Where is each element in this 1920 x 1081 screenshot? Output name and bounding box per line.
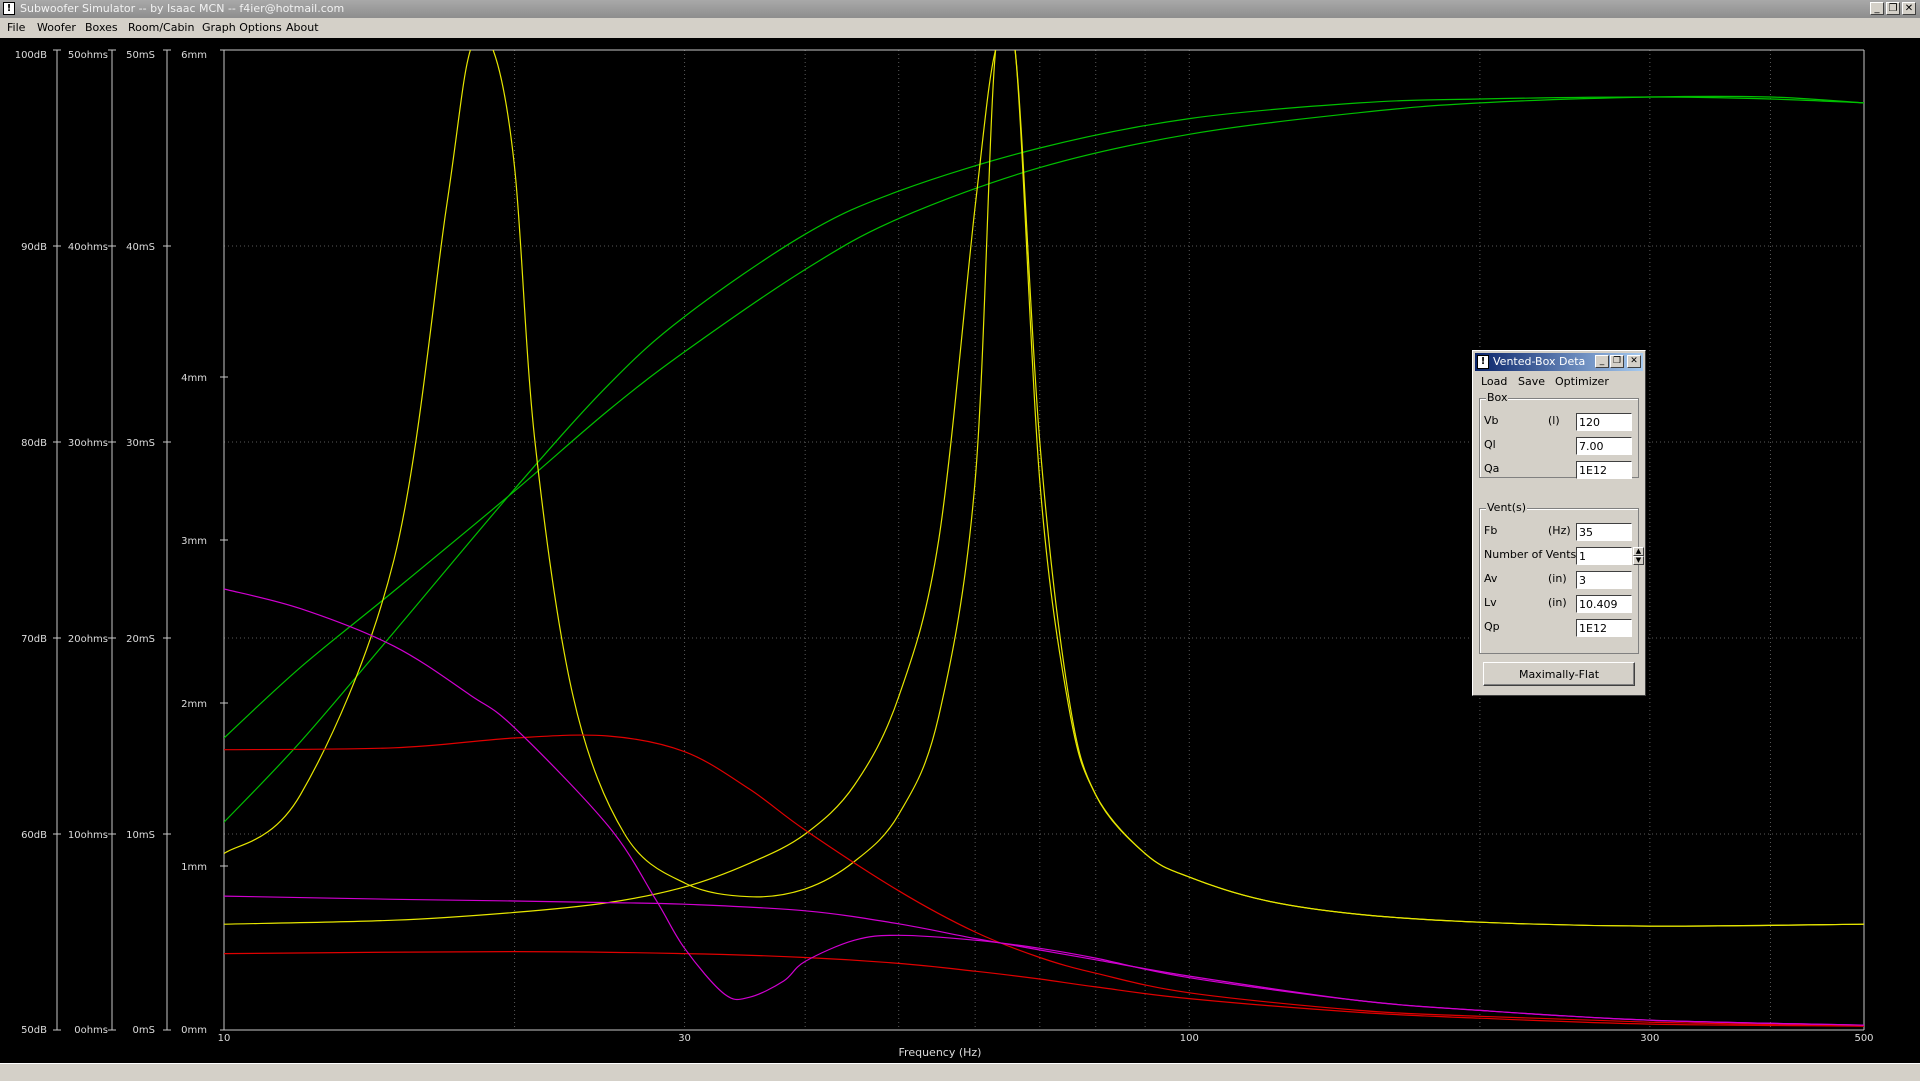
x-tick-label: 100: [1180, 1033, 1199, 1044]
number-of-vents-input[interactable]: [1576, 547, 1632, 565]
dialog-minimize-button[interactable]: _: [1595, 355, 1609, 368]
vb-unit: (l): [1548, 414, 1560, 427]
qp-input[interactable]: [1576, 619, 1632, 637]
fb-input[interactable]: [1576, 523, 1632, 541]
vents-group: Vent(s) Fb (Hz) Number of Vents ▲ ▼ Av (…: [1479, 501, 1644, 654]
ql-input[interactable]: [1576, 437, 1632, 455]
vents-group-label: Vent(s): [1486, 501, 1528, 514]
vented-box-dialog: ! Vented-Box Deta _ ❐ ✕ Load Save Optimi…: [1472, 350, 1646, 696]
db-tick-label: 80dB: [21, 438, 47, 449]
dialog-menu-optimizer[interactable]: Optimizer: [1555, 375, 1609, 388]
x-tick-label: 500: [1854, 1033, 1873, 1044]
y-axis-labels: 100dB 50ohms 50mS 90dB 40ohms 40mS 80dB 30ohms 3…: [15, 49, 228, 1036]
lv-input[interactable]: [1576, 595, 1632, 613]
ms-tick-label: 20mS: [126, 634, 155, 645]
lv-unit: (in): [1548, 596, 1567, 609]
dialog-title-bar: ! Vented-Box Deta _ ❐ ✕: [1475, 353, 1643, 371]
maximally-flat-button[interactable]: Maximally-Flat: [1483, 662, 1635, 686]
db-tick-label: 90dB: [21, 242, 47, 253]
ms-tick-label: 10mS: [126, 830, 155, 841]
mm-tick-label: 6mm: [181, 50, 207, 61]
group-delay-curve-4: [224, 734, 1864, 1027]
db-tick-label: 100dB: [15, 50, 47, 61]
ms-tick-label: 30mS: [126, 438, 155, 449]
qa-label: Qa: [1484, 462, 1500, 475]
x-axis-labels: 10 30 100 300 500: [218, 1033, 1874, 1044]
menu-room-cabin[interactable]: Room/Cabin: [126, 18, 196, 38]
title-bar: ! Subwoofer Simulator -- by Isaac MCN --…: [0, 0, 1920, 18]
x-axis-title: Frequency (Hz): [899, 1046, 982, 1059]
qa-input[interactable]: [1576, 461, 1632, 479]
ms-tick-label: 0mS: [133, 1025, 155, 1036]
fb-unit: (Hz): [1548, 524, 1571, 537]
status-bar: [0, 1063, 1920, 1081]
dialog-close-button[interactable]: ✕: [1627, 355, 1641, 368]
group-delay-curve-5: [224, 950, 1864, 1027]
av-input[interactable]: [1576, 571, 1632, 589]
ohm-tick-label: 50ohms: [68, 50, 108, 61]
menu-file[interactable]: File: [5, 18, 27, 38]
window-title: Subwoofer Simulator -- by Isaac MCN -- f…: [20, 2, 345, 15]
db-tick-label: 60dB: [21, 830, 47, 841]
fb-label: Fb: [1484, 524, 1498, 537]
mm-tick-label: 2mm: [181, 699, 207, 710]
spin-down-button[interactable]: ▼: [1633, 556, 1644, 565]
menu-about[interactable]: About: [284, 18, 321, 38]
db-tick-label: 70dB: [21, 634, 47, 645]
mm-tick-label: 0mm: [181, 1025, 207, 1036]
vb-label: Vb: [1484, 414, 1499, 427]
ms-tick-label: 50mS: [126, 50, 155, 61]
box-group: Box Vb (l) Ql Qa: [1479, 391, 1639, 479]
mm-tick-label: 1mm: [181, 862, 207, 873]
av-label: Av: [1484, 572, 1498, 585]
ohm-tick-label: 20ohms: [68, 634, 108, 645]
close-button[interactable]: ✕: [1902, 2, 1916, 15]
number-of-vents-label: Number of Vents: [1484, 548, 1577, 561]
dialog-menu-save[interactable]: Save: [1518, 375, 1545, 388]
restore-button[interactable]: ❐: [1886, 2, 1900, 15]
app-icon[interactable]: !: [3, 2, 15, 15]
ms-tick-label: 40mS: [126, 242, 155, 253]
db-tick-label: 50dB: [21, 1025, 47, 1036]
x-tick-label: 10: [218, 1033, 231, 1044]
mm-tick-label: 4mm: [181, 373, 207, 384]
x-tick-label: 30: [678, 1033, 691, 1044]
qp-label: Qp: [1484, 620, 1500, 633]
dialog-title: Vented-Box Deta: [1493, 355, 1586, 368]
spin-up-button[interactable]: ▲: [1633, 547, 1644, 556]
vb-input[interactable]: [1576, 413, 1632, 431]
ohm-tick-label: 10ohms: [68, 830, 108, 841]
ohm-tick-label: 40ohms: [68, 242, 108, 253]
ql-label: Ql: [1484, 438, 1496, 451]
box-group-label: Box: [1486, 391, 1509, 404]
menu-woofer[interactable]: Woofer: [35, 18, 78, 38]
lv-label: Lv: [1484, 596, 1497, 609]
minimize-button[interactable]: _: [1870, 2, 1884, 15]
dialog-maximize-button[interactable]: ❐: [1610, 355, 1624, 368]
dialog-menu-load[interactable]: Load: [1481, 375, 1507, 388]
dialog-icon[interactable]: !: [1477, 355, 1489, 369]
ohm-tick-label: 30ohms: [68, 438, 108, 449]
menu-bar: File Woofer Boxes Room/Cabin Graph Optio…: [0, 18, 1920, 38]
mm-tick-label: 3mm: [181, 536, 207, 547]
av-unit: (in): [1548, 572, 1567, 585]
ohm-tick-label: 0ohms: [74, 1025, 108, 1036]
x-tick-label: 300: [1640, 1033, 1659, 1044]
menu-graph-options[interactable]: Graph Options: [200, 18, 284, 38]
menu-boxes[interactable]: Boxes: [83, 18, 120, 38]
